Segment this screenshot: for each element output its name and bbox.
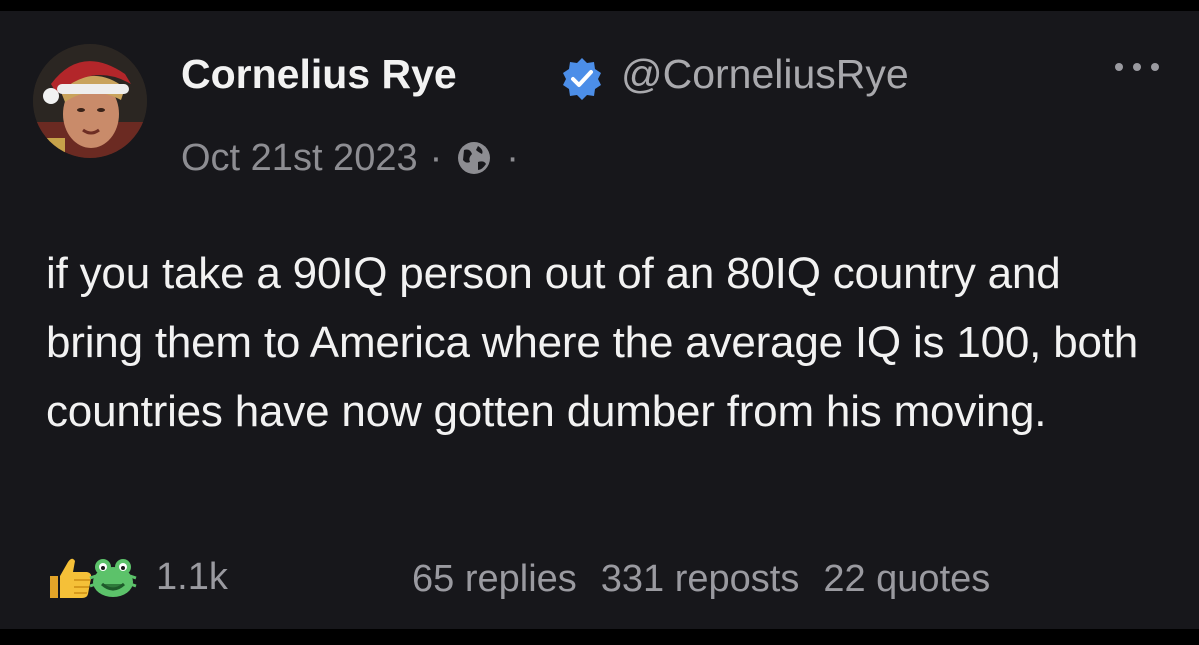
more-options-icon[interactable] bbox=[1112, 57, 1162, 77]
author-handle[interactable]: @CorneliusRye bbox=[621, 49, 909, 99]
avatar[interactable] bbox=[33, 44, 147, 158]
quotes-count[interactable]: 22 quotes bbox=[823, 558, 990, 601]
frog-emoji-icon bbox=[89, 559, 137, 597]
reposts-count[interactable]: 331 reposts bbox=[601, 558, 800, 601]
author-name[interactable]: Cornelius Rye bbox=[181, 49, 457, 99]
replies-count[interactable]: 65 replies bbox=[412, 558, 577, 601]
verified-badge-icon bbox=[563, 58, 601, 100]
globe-icon bbox=[458, 142, 491, 174]
post-text: if you take a 90IQ person out of an 80IQ… bbox=[46, 249, 1139, 436]
reaction-count: 1.1k bbox=[156, 555, 228, 598]
post-stats: 65 replies 331 reposts 22 quotes bbox=[412, 549, 990, 609]
post-card: Cornelius Rye @CorneliusRye Oct 21st 202… bbox=[0, 11, 1199, 629]
post-meta: Oct 21st 2023 · · bbox=[181, 135, 531, 181]
post-date[interactable]: Oct 21st 2023 bbox=[181, 137, 418, 180]
meta-separator: · bbox=[429, 136, 443, 179]
reactions[interactable]: 1.1k bbox=[44, 547, 228, 607]
meta-separator: · bbox=[506, 136, 519, 179]
